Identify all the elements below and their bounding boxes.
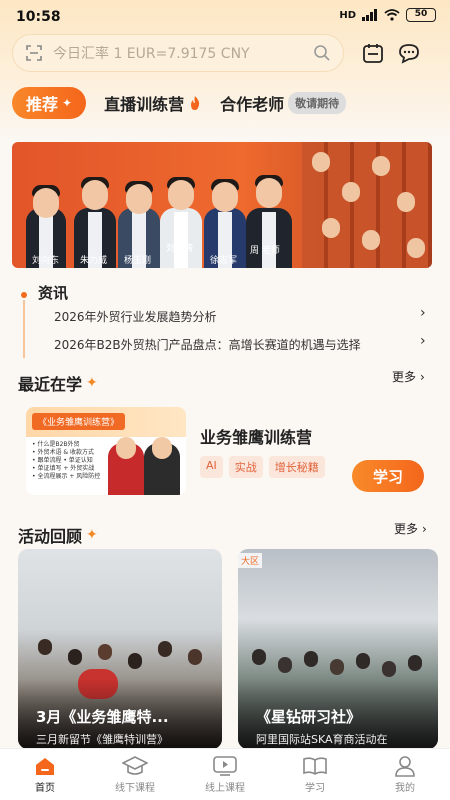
bullet: • 外贸术语 & 收款方式: [32, 449, 94, 456]
nav-profile[interactable]: 我的: [360, 749, 450, 800]
activity-card[interactable]: 3月《业务雏鹰特... 三月新留节《雏鹰特训营》: [18, 549, 222, 749]
search-bar[interactable]: 今日汇率 1 EUR=7.9175 CNY: [12, 34, 344, 72]
news-title: 资讯: [38, 284, 69, 302]
activity-title: 《星钻研习社》: [256, 708, 362, 726]
nav-label: 我的: [395, 783, 415, 794]
activity-card[interactable]: 大区 《星钻研习社》 阿里国际站SKA育商活动在: [238, 549, 438, 749]
collage-face: [407, 238, 425, 258]
teacher-name: 周 老师: [250, 246, 280, 256]
status-icons: HD 50: [339, 8, 436, 22]
course-tag: 增长秘籍: [268, 456, 325, 478]
section-title-text: 活动回顾: [18, 527, 83, 546]
wifi-icon: [384, 9, 400, 21]
signal-icon: [362, 9, 377, 21]
nav-offline-courses[interactable]: 线下课程: [90, 749, 180, 800]
nav-label: 线下课程: [115, 783, 155, 794]
news-item[interactable]: 2026年B2B外贸热门产品盘点：高增长赛道的机遇与选择: [54, 336, 361, 353]
status-time: 10:58: [16, 9, 61, 25]
tab-partner-teachers[interactable]: 合作老师 敬请期待: [220, 91, 347, 115]
activities-section-title: 活动回顾 ✦: [18, 523, 98, 547]
activity-title: 3月《业务雏鹰特...: [36, 708, 169, 726]
sparkle-icon: ✦: [86, 527, 98, 543]
home-icon: [36, 758, 54, 775]
collage-face: [312, 152, 330, 172]
bullet: • 全流程展示 + 风险防控: [32, 473, 101, 480]
bullet: • 跟单流程 • 单证认知: [32, 457, 93, 464]
tab-label: 推荐: [26, 95, 59, 114]
timeline-dot: [21, 292, 27, 298]
thumbnail-bullets: • 什么是B2B外贸 • 外贸术语 & 收款方式 • 跟单流程 • 单证认知 •…: [32, 441, 100, 481]
teacher-name: 杨玉刚: [124, 256, 152, 266]
calendar-icon[interactable]: [360, 40, 386, 66]
coming-soon-badge: 敬请期待: [288, 92, 347, 114]
news-item[interactable]: 2026年外贸行业发展趋势分析: [54, 308, 217, 325]
collage-face: [372, 156, 390, 176]
battery-indicator: 50: [406, 8, 436, 22]
nav-home[interactable]: 首页: [0, 749, 90, 800]
bullet: • 什么是B2B外贸: [32, 441, 80, 448]
bullet: • 单证填写 + 外贸实战: [32, 465, 95, 472]
signal-hd-label: HD: [339, 9, 356, 21]
activity-subtitle: 三月新留节《雏鹰特训营》: [36, 733, 168, 746]
course-title[interactable]: 业务雏鹰训练营: [200, 424, 312, 448]
course-thumbnail[interactable]: 《业务雏鹰训练营》 • 什么是B2B外贸 • 外贸术语 & 收款方式 • 跟单流…: [26, 407, 186, 495]
bottom-nav: 首页 线下课程 线上课程 学习 我的: [0, 748, 450, 800]
collage-face: [362, 230, 380, 250]
teacher-photo: [160, 177, 202, 268]
instructor-face: [152, 437, 172, 459]
recent-section-title: 最近在学 ✦: [18, 371, 98, 395]
collage-face: [342, 182, 360, 202]
instructor-face: [116, 437, 136, 459]
video-play-icon: [213, 756, 237, 776]
collage-face: [397, 192, 415, 212]
tab-recommend[interactable]: 推荐 ✦: [12, 87, 87, 119]
user-icon: [395, 756, 415, 777]
activities-more-link[interactable]: 更多 ›: [394, 520, 427, 537]
study-button[interactable]: 学习: [352, 460, 424, 492]
collage-face: [322, 218, 340, 238]
more-label: 更多: [392, 370, 417, 384]
activity-subtitle: 阿里国际站SKA育商活动在: [256, 733, 388, 746]
tab-live-camp[interactable]: 直播训练营: [104, 91, 202, 115]
promo-banner[interactable]: 刘向东 朱力威 杨玉刚 刘哲涛 徐志军 周 老师: [12, 142, 432, 268]
teacher-name: 刘向东: [32, 256, 60, 266]
search-icon[interactable]: [313, 44, 331, 62]
section-title-text: 最近在学: [18, 375, 83, 394]
course-tag: 实战: [228, 456, 263, 478]
nav-label: 首页: [35, 783, 55, 794]
chevron-right-icon: ›: [420, 369, 425, 384]
search-input[interactable]: 今日汇率 1 EUR=7.9175 CNY: [53, 43, 303, 63]
chevron-right-icon[interactable]: ›: [420, 305, 426, 321]
course-tag: AI: [200, 456, 223, 478]
fire-icon: [191, 96, 200, 110]
tab-label: 直播训练营: [104, 95, 185, 114]
thumbnail-label: 《业务雏鹰训练营》: [32, 413, 126, 430]
scan-icon[interactable]: [25, 44, 43, 62]
chevron-right-icon: ›: [422, 521, 427, 536]
timeline-line: [23, 300, 25, 358]
teacher-name: 刘哲涛: [166, 244, 194, 254]
activity-tag: 大区: [238, 553, 263, 568]
nav-label: 线上课程: [205, 783, 245, 794]
chevron-right-icon[interactable]: ›: [420, 333, 426, 349]
teacher-name: 朱力威: [80, 256, 108, 266]
category-tabs: 推荐 ✦ 直播训练营 合作老师 敬请期待: [12, 86, 450, 120]
book-icon: [303, 757, 327, 775]
nav-label: 学习: [305, 783, 325, 794]
graduation-cap-icon: [122, 756, 148, 775]
more-label: 更多: [394, 522, 419, 536]
message-icon[interactable]: [396, 40, 422, 66]
recent-more-link[interactable]: 更多 ›: [392, 368, 425, 385]
course-tags: AI 实战 增长秘籍: [200, 456, 325, 478]
nav-study[interactable]: 学习: [270, 749, 360, 800]
tab-label: 合作老师: [220, 95, 285, 114]
sparkle-icon: ✦: [62, 96, 73, 110]
sparkle-icon: ✦: [86, 375, 98, 391]
teacher-name: 徐志军: [210, 256, 238, 266]
nav-online-courses[interactable]: 线上课程: [180, 749, 270, 800]
